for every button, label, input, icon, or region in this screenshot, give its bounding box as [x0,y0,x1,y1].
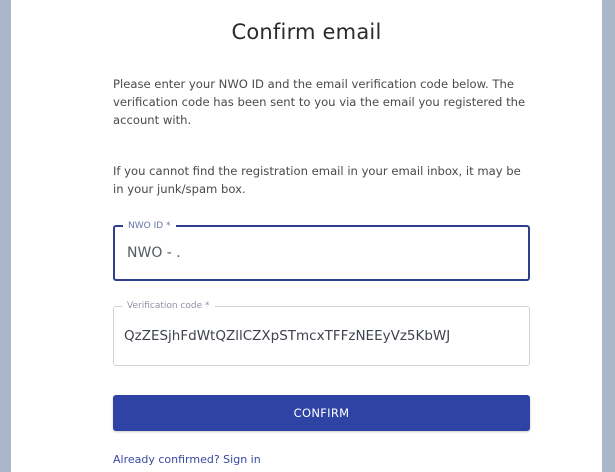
verification-code-input[interactable] [124,307,521,365]
nwo-id-field[interactable]: NWO ID * [113,219,530,281]
page-backdrop: Confirm email Please enter your NWO ID a… [0,0,615,472]
instructions-paragraph: Please enter your NWO ID and the email v… [113,77,526,127]
confirm-email-card: Confirm email Please enter your NWO ID a… [11,0,602,472]
confirm-button[interactable]: CONFIRM [113,395,530,431]
verification-code-field[interactable]: Verification code * [113,299,530,366]
spam-hint-paragraph: If you cannot find the registration emai… [113,164,521,196]
nwo-id-input[interactable] [127,227,520,279]
page-title: Confirm email [231,20,382,44]
sign-in-link[interactable]: Already confirmed? Sign in [113,453,261,466]
